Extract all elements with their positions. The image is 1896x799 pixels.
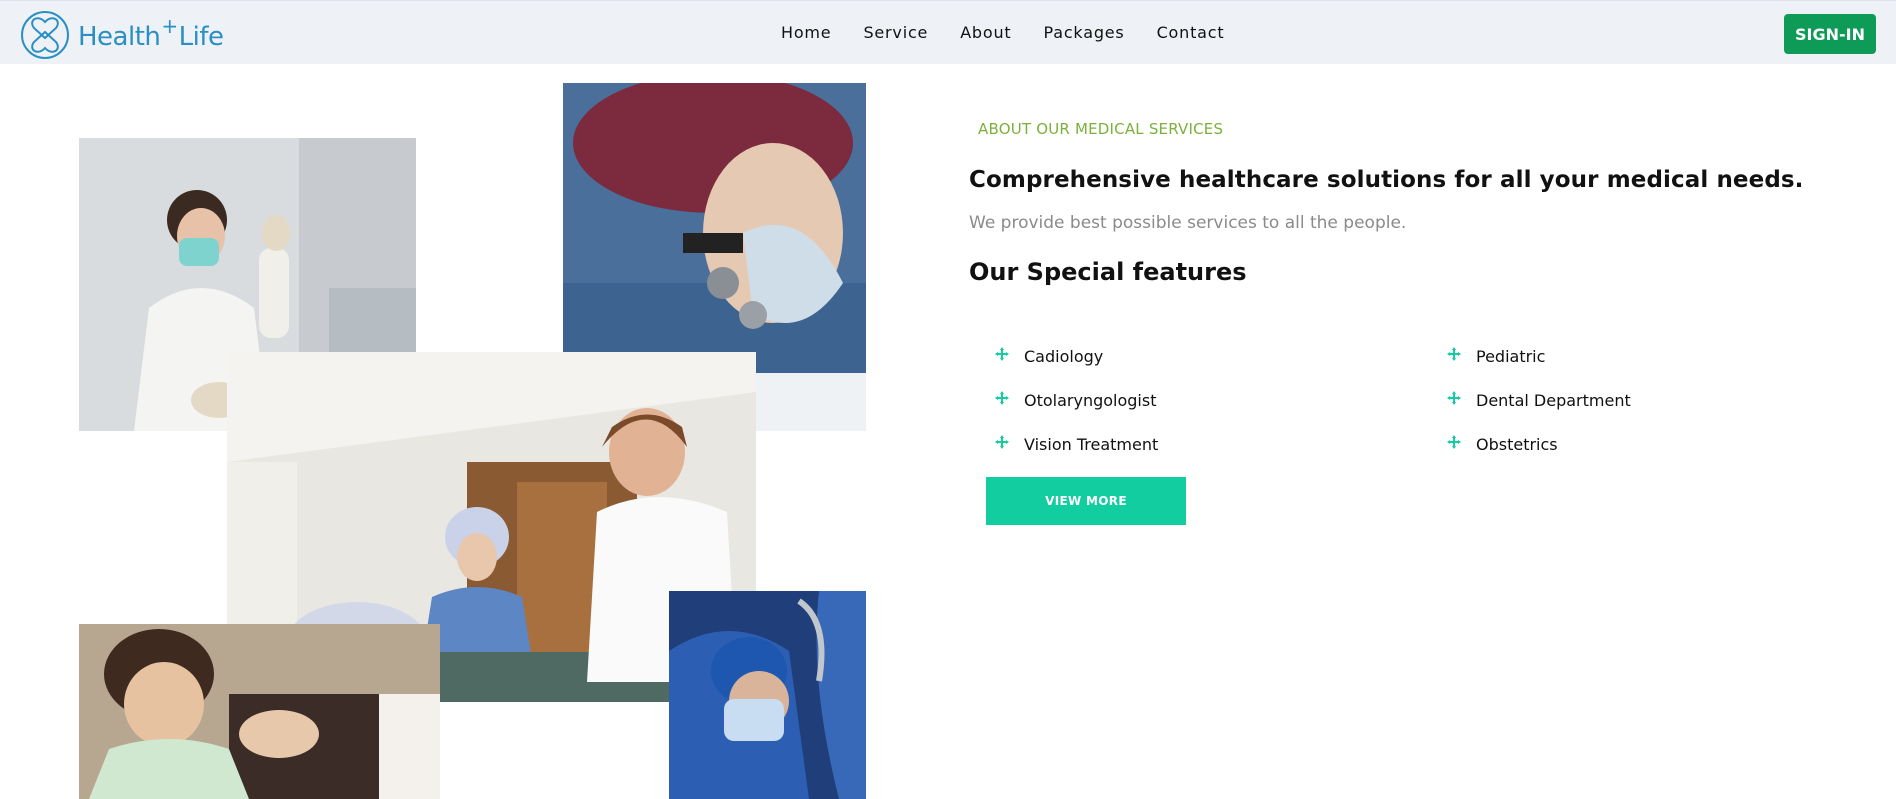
nav-home[interactable]: Home [765, 23, 847, 42]
surgeons-operating-photo [669, 591, 866, 799]
view-more-button[interactable]: VIEW MORE [986, 477, 1186, 525]
nav-packages[interactable]: Packages [1028, 23, 1141, 42]
feature-item-pediatric: Pediatric [1446, 346, 1546, 366]
nav-contact[interactable]: Contact [1141, 23, 1241, 42]
feature-item-cadiology: Cadiology [994, 346, 1104, 366]
nav-about[interactable]: About [944, 23, 1027, 42]
section-headline: Comprehensive healthcare solutions for a… [969, 167, 1804, 193]
move-arrows-icon [1446, 390, 1462, 406]
feature-item-vision-treatment: Vision Treatment [994, 434, 1159, 454]
features-title: Our Special features [969, 258, 1247, 286]
feature-item-dental-department: Dental Department [1446, 390, 1631, 410]
brand-name: Health+Life [78, 13, 224, 52]
child-vaccination-photo [79, 624, 440, 799]
move-arrows-icon [994, 434, 1010, 450]
feature-label: Pediatric [1476, 347, 1546, 366]
feature-label: Otolaryngologist [1024, 391, 1157, 410]
move-arrows-icon [1446, 346, 1462, 362]
nav-service[interactable]: Service [847, 23, 944, 42]
feature-item-otolaryngologist: Otolaryngologist [994, 390, 1157, 410]
brand-logo[interactable]: Health+Life [20, 10, 224, 65]
heart-knot-logo-icon [20, 10, 70, 65]
feature-label: Cadiology [1024, 347, 1104, 366]
sign-in-button[interactable]: SIGN-IN [1784, 14, 1876, 54]
move-arrows-icon [994, 390, 1010, 406]
move-arrows-icon [1446, 434, 1462, 450]
feature-label: Dental Department [1476, 391, 1631, 410]
feature-item-obstetrics: Obstetrics [1446, 434, 1558, 454]
top-navbar: Health+Life Home Service About Packages … [0, 0, 1896, 64]
section-subtext: We provide best possible services to all… [969, 213, 1407, 233]
section-eyebrow: ABOUT OUR MEDICAL SERVICES [978, 120, 1224, 138]
main-nav: Home Service About Packages Contact [765, 23, 1240, 42]
feature-label: Obstetrics [1476, 435, 1558, 454]
feature-label: Vision Treatment [1024, 435, 1159, 454]
move-arrows-icon [994, 346, 1010, 362]
